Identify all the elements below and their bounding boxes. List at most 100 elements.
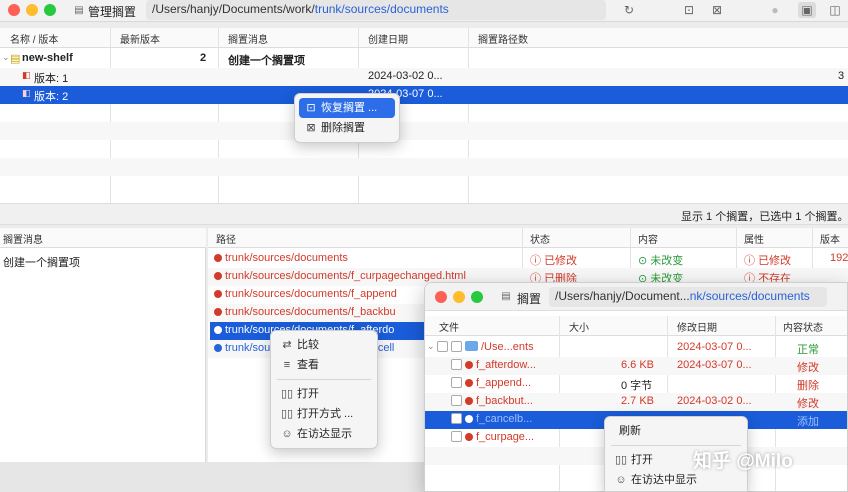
compare-icon: ⇄ [282,339,292,351]
menu-item-label: 打开方式 ... [297,408,354,420]
titlebar: ▤ 管理搁置 /Users/hanjy/Documents/work/trunk… [0,0,848,22]
file-name: /Use...ents [481,341,534,353]
table-row[interactable]: trunk/sources/documents ⓘ 已修改 ⊙ 未改变 ⓘ 已修… [208,250,848,268]
col-content-status[interactable]: 内容状态 [783,319,823,334]
menu-item-label: 打开 [297,388,319,400]
zoom-window-button[interactable] [471,291,483,303]
content-cell: ⊙ 未改变 [638,255,684,267]
layout-side-icon[interactable]: ◫ [826,2,844,18]
info-icon[interactable]: ● [766,2,784,18]
col-content[interactable]: 内容 [638,231,658,246]
version-icon: ◧ [22,88,31,98]
col-version[interactable]: 版本 [820,231,840,246]
close-window-button[interactable] [435,291,447,303]
shelf-icon: ▤ [501,291,511,302]
path-link[interactable]: trunk/sources/documents [315,2,449,16]
show-in-finder-menu-item[interactable]: ☺ 在访达中显示 [609,470,743,490]
path-link[interactable]: nk/sources/documents [690,289,810,303]
compare-menu-item[interactable]: ⇄ 比较 [275,335,373,355]
chevron-down-icon[interactable]: ⌄ [427,341,435,352]
file-size: 0 字节 [621,380,653,392]
menu-item-label: 刷新 [619,425,641,437]
version-value: 192 [830,252,848,264]
book-icon: ▯▯ [614,454,628,466]
path-bar[interactable]: /Users/hanjy/Document...nk/sources/docum… [549,287,827,307]
refresh-icon[interactable]: ↻ [620,2,638,18]
table-row[interactable]: ⌄ /Use...ents 2024-03-07 0... 正常 [425,339,847,357]
show-in-finder-menu-item[interactable]: ☺ 在访达显示 [275,424,373,444]
open-menu-item[interactable]: ▯▯ 打开 [275,384,373,404]
table-row[interactable]: f_append... 0 字节 删除 [425,375,847,393]
col-date[interactable]: 创建日期 [368,31,408,46]
col-file[interactable]: 文件 [439,319,459,334]
message-header: 搁置消息 [0,228,206,248]
file-date: 2024-03-02 0... [677,395,752,407]
modified-icon [214,326,222,334]
checkbox[interactable] [451,431,462,442]
zoom-window-button[interactable] [44,4,56,16]
deleted-icon [214,290,222,298]
col-latest[interactable]: 最新版本 [120,31,160,46]
delete-shelf-menu-item[interactable]: ⊠ 删除搁置 [299,118,395,138]
checkbox[interactable] [451,359,462,370]
version-path-count: 3 [838,70,845,82]
minimize-window-button[interactable] [453,291,465,303]
files-table-header: 文件 大小 修改日期 内容状态 [425,316,847,336]
file-size: 2.7 KB [621,395,655,407]
minimize-window-button[interactable] [26,4,38,16]
menu-item-label: 查看 [297,359,319,371]
col-name[interactable]: 名称 / 版本 [10,31,58,46]
table-row[interactable]: f_afterdow... 6.6 KB 2024-03-07 0... 修改 [425,357,847,375]
version-name: 版本: 2 [34,91,69,103]
finder-icon: ☺ [615,474,627,486]
table-row[interactable]: ◧ 版本: 2 2024-03-07 0... [0,86,848,104]
path-cell: trunk/sources/documents [214,252,348,264]
col-status[interactable]: 状态 [530,231,550,246]
added-icon [214,344,222,352]
menu-item-label: 在访达中显示 [631,474,697,486]
col-path[interactable]: 路径 [216,231,236,246]
folder-icon [465,341,478,351]
book-icon: ▯▯ [280,388,294,400]
deleted-icon [465,433,473,441]
added-icon [465,415,473,423]
view-menu-item[interactable]: ≡ 查看 [275,355,373,375]
refresh-menu-item[interactable]: 刷新 [609,421,743,441]
shelf-table-header: 名称 / 版本 最新版本 搁置消息 创建日期 搁置路径数 [0,28,848,48]
open-with-menu-item[interactable]: ▯▯ 打开方式 ... [275,404,373,424]
close-window-button[interactable] [8,4,20,16]
file-date: 2024-03-07 0... [677,359,752,371]
empty-row [0,176,848,194]
chevron-down-icon[interactable]: ⌄ [2,52,10,63]
file-size: 6.6 KB [621,359,655,371]
restore-shelf-icon[interactable]: ⊡ [680,2,698,18]
table-row[interactable]: ◧ 版本: 1 2024-03-02 0... 3 [0,68,848,86]
checkbox[interactable] [437,341,448,352]
checkbox[interactable] [451,341,462,352]
col-property[interactable]: 属性 [744,231,764,246]
checkbox[interactable] [451,377,462,388]
delete-shelf-icon[interactable]: ⊠ [708,2,726,18]
col-modified[interactable]: 修改日期 [677,319,717,334]
watermark: 知乎 @Milo [693,451,793,472]
table-row[interactable]: f_backbut... 2.7 KB 2024-03-02 0... 修改 [425,393,847,411]
empty-row [0,104,848,122]
restore-shelf-menu-item[interactable]: ⊡ 恢复搁置 ... [299,98,395,118]
col-size[interactable]: 大小 [569,319,589,334]
file-date: 2024-03-07 0... [677,341,752,353]
col-path-count[interactable]: 搁置路径数 [478,31,528,46]
table-row[interactable]: ⌄ ▤ new-shelf 2 创建一个搁置项 [0,50,848,68]
checkbox[interactable] [451,395,462,406]
book-icon: ▯▯ [280,408,294,420]
path-text: trunk/sources/documents/f_append [225,288,397,300]
menu-item-label: 恢复搁置 ... [321,102,378,114]
checkbox[interactable] [451,413,462,424]
layout-bottom-icon[interactable]: ▣ [798,2,816,18]
message-header-label: 搁置消息 [3,235,43,246]
path-bar[interactable]: /Users/hanjy/Documents/work/trunk/source… [146,0,606,20]
file-name: f_backbut... [476,395,533,407]
file-cell: /Use...ents [437,341,534,353]
version-name: 版本: 1 [34,73,69,85]
col-message[interactable]: 搁置消息 [228,31,268,46]
paths-table-header: 路径 状态 内容 属性 版本 [208,228,848,248]
